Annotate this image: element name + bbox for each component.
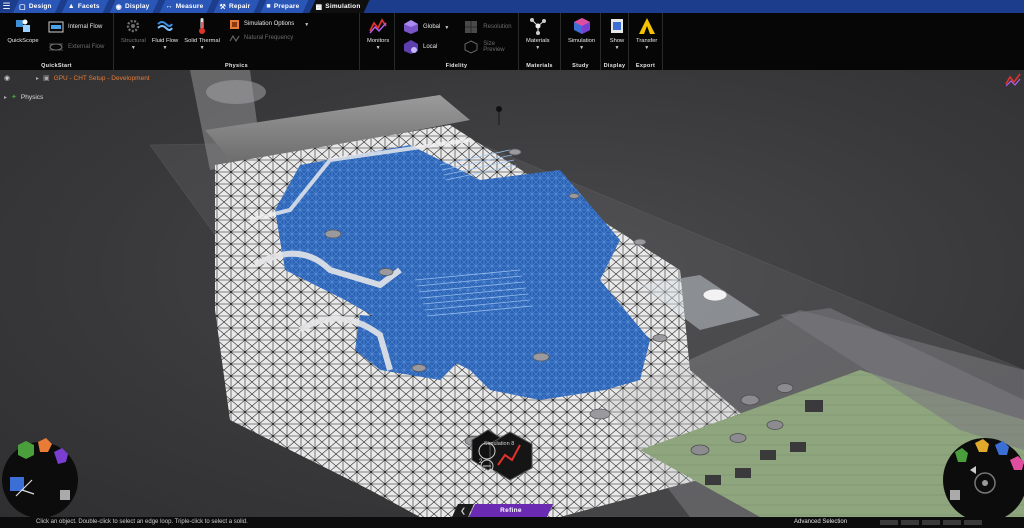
resolution-button[interactable]: Resolution: [461, 17, 514, 37]
tab-design[interactable]: ▢ Design: [13, 0, 61, 13]
size-preview-icon: [463, 39, 479, 55]
view-navigator-left[interactable]: [2, 438, 78, 517]
measure-icon: ↔: [165, 3, 173, 10]
resolution-icon: [463, 19, 479, 35]
expand-arrow-icon[interactable]: ▸: [4, 94, 7, 101]
natural-frequency-button[interactable]: Natural Frequency: [227, 31, 311, 45]
external-flow-button[interactable]: External Flow: [46, 37, 106, 57]
group-fidelity: Global ▼ Local Resolution Size Preview F…: [395, 13, 519, 70]
tree-root-label: GPU - CHT Setup - Development: [53, 74, 150, 82]
tab-facets[interactable]: ▲ Facets: [62, 0, 109, 13]
3d-viewport[interactable]: ◉ ▸ ▣ GPU - CHT Setup - Development ▸ ✦ …: [0, 70, 1024, 517]
materials-dropdown-icon[interactable]: ▼: [535, 45, 540, 51]
hamburger-menu-icon[interactable]: ☰: [0, 0, 13, 13]
monitor-graph-icon[interactable]: [1005, 72, 1021, 88]
tab-measure[interactable]: ↔ Measure: [159, 0, 212, 13]
refine-level-value: 2: [479, 459, 483, 465]
thermometer-icon: [193, 17, 211, 35]
status-indicator: [922, 520, 940, 525]
transfer-dropdown-icon[interactable]: ▼: [644, 45, 649, 51]
facets-icon: ▲: [67, 3, 75, 10]
group-quickstart: QuickScope Internal Flow External Flow Q…: [0, 13, 114, 70]
simulation-icon: ▩: [315, 3, 323, 11]
size-preview-button[interactable]: Size Preview: [461, 37, 514, 57]
materials-button[interactable]: Materials ▼: [523, 15, 553, 70]
status-indicator: [943, 520, 961, 525]
simulation-label: Simulation 8: [484, 441, 515, 447]
structural-button[interactable]: Structural ▼: [118, 15, 149, 70]
eye-icon[interactable]: ◉: [4, 74, 12, 82]
status-indicator: [964, 520, 982, 525]
global-mesh-icon: [403, 19, 419, 35]
quickscope-icon: [14, 17, 32, 35]
show-dropdown-icon[interactable]: ▼: [615, 45, 620, 51]
status-indicators: [880, 520, 982, 525]
status-message: Click an object. Double-click to select …: [36, 519, 248, 525]
design-icon: ▢: [19, 3, 26, 11]
group-study: Simulation ▼ Study: [561, 13, 601, 70]
component-icon: ▣: [43, 75, 50, 82]
simulation-cube-icon: [573, 17, 591, 35]
chevron-left-icon: ❮: [460, 507, 466, 515]
tab-bar: ☰ ▢ Design ▲ Facets ◉ Display ↔ Measure ⚒ Rep…: [0, 0, 1024, 13]
group-export: Transfer ▼ Export: [629, 13, 663, 70]
fluid-flow-icon: [156, 17, 174, 35]
monitors-button[interactable]: Monitors ▼: [364, 15, 392, 70]
local-mesh-icon: [403, 39, 419, 55]
simulation-options-dropdown-icon[interactable]: ▼: [304, 22, 309, 28]
refine-button[interactable]: Refine: [469, 504, 553, 517]
gear-icon: [124, 17, 142, 35]
solid-thermal-dropdown-icon[interactable]: ▼: [200, 45, 205, 51]
monitors-dropdown-icon[interactable]: ▼: [376, 45, 381, 51]
group-materials: Materials ▼ Materials: [519, 13, 561, 70]
local-button[interactable]: Local: [401, 37, 451, 57]
status-indicator: [901, 520, 919, 525]
tab-simulation[interactable]: ▩ Simulation: [309, 0, 369, 13]
gpu-cold-plate-model[interactable]: [0, 70, 1024, 517]
tree-item-root[interactable]: ◉ ▸ ▣ GPU - CHT Setup - Development: [4, 72, 150, 84]
simulation-options-button[interactable]: Simulation Options ▼: [227, 17, 311, 31]
structure-tree: ◉ ▸ ▣ GPU - CHT Setup - Development ▸ ✦ …: [4, 72, 150, 103]
repair-icon: ⚒: [219, 3, 226, 11]
natural-frequency-icon: [229, 33, 240, 44]
internal-flow-button[interactable]: Internal Flow: [46, 17, 106, 37]
app-window: { "tabs": [ {"label": "Design", "icon": …: [0, 0, 1024, 528]
transfer-icon: [638, 17, 656, 35]
fluid-flow-dropdown-icon[interactable]: ▼: [163, 45, 168, 51]
internal-flow-icon: [48, 20, 64, 34]
display-icon: ◉: [115, 3, 122, 11]
status-indicator: [880, 520, 898, 525]
tree-item-physics[interactable]: ▸ ✦ Physics: [4, 91, 150, 103]
tree-physics-label: Physics: [20, 93, 44, 101]
simulation-study-dropdown-icon[interactable]: ▼: [579, 45, 584, 51]
group-physics: Structural ▼ Fluid Flow ▼ Solid Thermal …: [114, 13, 360, 70]
materials-icon: [529, 17, 547, 35]
transfer-button[interactable]: Transfer ▼: [633, 15, 660, 70]
physics-icon: ✦: [11, 94, 17, 101]
tab-repair[interactable]: ⚒ Repair: [213, 0, 259, 13]
simulation-study-button[interactable]: Simulation ▼: [565, 15, 598, 70]
status-bar: Click an object. Double-click to select …: [0, 517, 1024, 528]
tab-prepare[interactable]: ■ Prepare: [260, 0, 308, 13]
ribbon-toolbar: QuickScope Internal Flow External Flow Q…: [0, 13, 1024, 70]
expand-arrow-icon[interactable]: ▸: [36, 75, 39, 82]
global-button[interactable]: Global ▼: [401, 17, 451, 37]
show-icon: [608, 17, 626, 35]
simulation-options-icon: [229, 19, 240, 30]
external-flow-icon: [48, 40, 64, 54]
solid-thermal-button[interactable]: Solid Thermal ▼: [181, 15, 223, 70]
global-dropdown-icon[interactable]: ▼: [444, 25, 449, 31]
monitors-icon: [369, 17, 387, 35]
tab-display[interactable]: ◉ Display: [110, 0, 159, 13]
structural-dropdown-icon[interactable]: ▼: [131, 45, 136, 51]
show-button[interactable]: Show ▼: [605, 15, 629, 70]
selection-mode-dropdown[interactable]: Advanced Selection: [794, 519, 847, 525]
group-display: Show ▼ Display: [601, 13, 629, 70]
group-monitors: Monitors ▼: [360, 13, 395, 70]
prepare-icon: ■: [266, 3, 271, 10]
quickscope-button[interactable]: QuickScope: [4, 15, 42, 70]
fluid-flow-button[interactable]: Fluid Flow ▼: [149, 15, 181, 70]
